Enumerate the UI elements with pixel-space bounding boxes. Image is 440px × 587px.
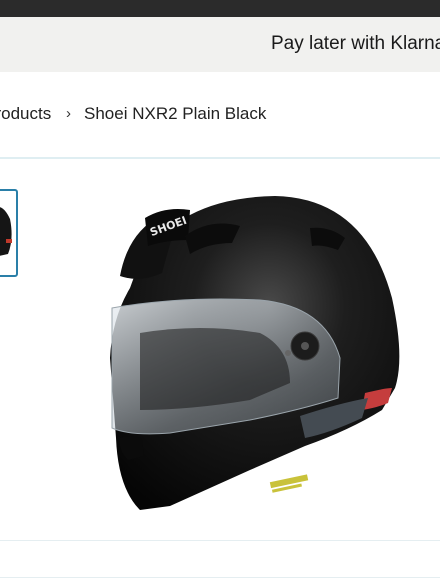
divider <box>0 577 440 578</box>
top-bar <box>0 0 440 17</box>
promo-banner[interactable]: Pay later with Klarna <box>0 17 440 72</box>
breadcrumb-link-products[interactable]: products <box>0 101 51 127</box>
helmet-thumbnail-icon <box>0 207 12 256</box>
promo-text: Pay later with Klarna <box>271 33 440 54</box>
breadcrumb: products › Shoei NXR2 Plain Black <box>0 101 440 127</box>
breadcrumb-current: Shoei NXR2 Plain Black <box>84 104 267 123</box>
product-thumbnail[interactable] <box>0 189 18 277</box>
product-image[interactable]: SHOEI <box>100 188 405 518</box>
helmet-image: SHOEI <box>110 196 400 510</box>
divider <box>0 157 440 159</box>
divider <box>0 540 440 541</box>
chevron-right-icon: › <box>66 105 71 122</box>
